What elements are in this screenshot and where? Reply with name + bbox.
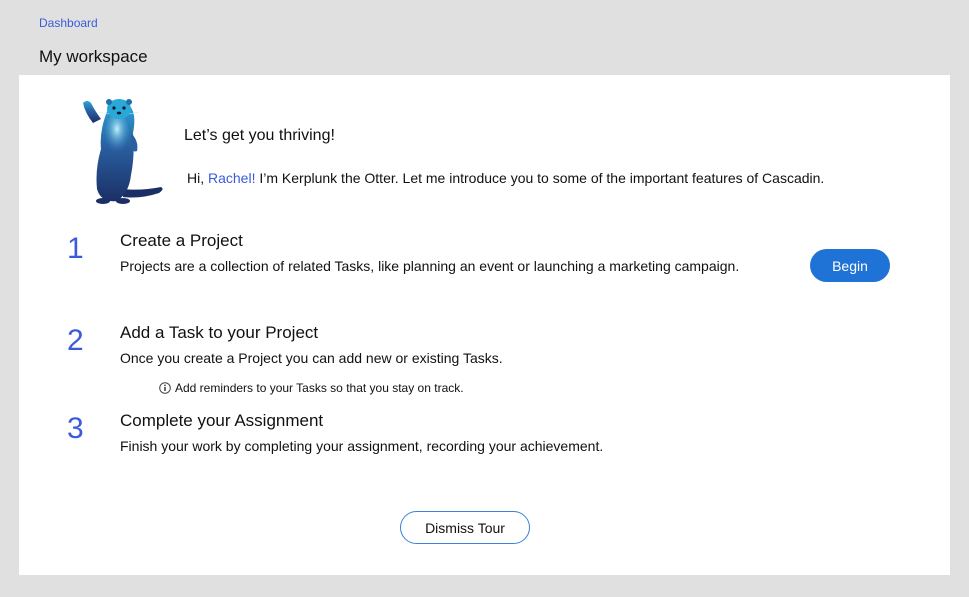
step-2-title: Add a Task to your Project xyxy=(120,323,319,342)
step-1-title: Create a Project xyxy=(120,231,243,250)
tip-text: Add reminders to your Tasks so that you … xyxy=(175,381,464,395)
greeting-prefix: Hi, xyxy=(187,170,208,186)
dismiss-tour-button[interactable]: Dismiss Tour xyxy=(400,511,530,544)
greeting-suffix: I’m Kerplunk the Otter. Let me introduce… xyxy=(255,170,825,186)
breadcrumb-dashboard[interactable]: Dashboard xyxy=(39,16,98,30)
page-title: My workspace xyxy=(39,47,148,66)
info-icon xyxy=(159,382,171,394)
step-2-number: 2 xyxy=(67,324,84,357)
step-3-description: Finish your work by completing your assi… xyxy=(120,438,604,454)
step-1-number: 1 xyxy=(67,232,84,265)
step-3-title: Complete your Assignment xyxy=(120,411,324,430)
tip-row: Add reminders to your Tasks so that you … xyxy=(159,381,464,395)
welcome-tour-card: Let’s get you thriving! Hi, Rachel! I’m … xyxy=(19,75,950,575)
username-link[interactable]: Rachel! xyxy=(208,170,255,186)
begin-button[interactable]: Begin xyxy=(810,249,890,282)
otter-mascot-icon xyxy=(83,99,163,204)
step-2-description: Once you create a Project you can add ne… xyxy=(120,350,503,366)
step-3-number: 3 xyxy=(67,412,84,445)
step-1-description: Projects are a collection of related Tas… xyxy=(120,258,740,274)
tour-intro: Hi, Rachel! I’m Kerplunk the Otter. Let … xyxy=(187,170,824,186)
tour-headline: Let’s get you thriving! xyxy=(184,127,335,144)
